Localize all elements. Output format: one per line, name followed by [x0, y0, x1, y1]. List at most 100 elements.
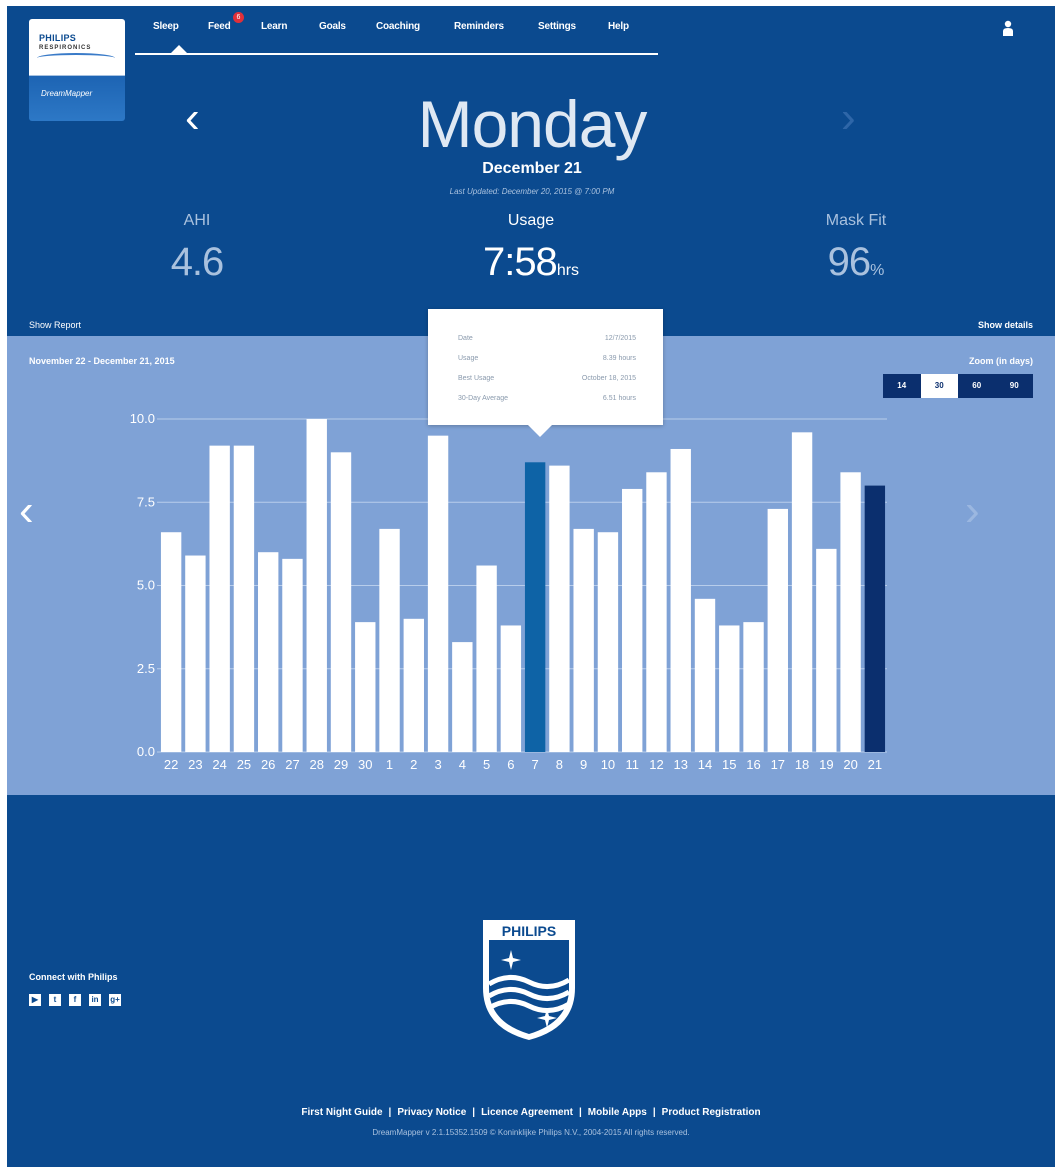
nav-goals[interactable]: Goals: [319, 21, 346, 32]
x-tick-label: 15: [722, 757, 736, 772]
x-tick-label: 30: [358, 757, 372, 772]
usage-bar-22[interactable]: [160, 532, 182, 752]
x-tick-label: 28: [309, 757, 323, 772]
x-tick-label: 19: [819, 757, 833, 772]
x-tick-label: 12: [649, 757, 663, 772]
usage-bar-4[interactable]: [452, 642, 473, 752]
usage-bar-27[interactable]: [282, 558, 303, 752]
usage-bar-16[interactable]: [743, 622, 764, 752]
nav-help[interactable]: Help: [608, 21, 629, 32]
mask-fit-unit: %: [870, 262, 885, 279]
twitter-icon[interactable]: t: [49, 994, 61, 1006]
x-tick-label: 29: [334, 757, 348, 772]
previous-day-arrow[interactable]: ‹: [185, 96, 200, 140]
usage-bar-13[interactable]: [670, 448, 691, 752]
nav-learn[interactable]: Learn: [261, 21, 287, 32]
privacy-notice-link[interactable]: Privacy Notice: [397, 1107, 466, 1118]
x-tick-label: 18: [795, 757, 809, 772]
usage-bar-19[interactable]: [816, 548, 837, 752]
usage-bar-23[interactable]: [185, 555, 206, 752]
usage-bar-1[interactable]: [379, 528, 400, 752]
next-day-arrow[interactable]: ›: [841, 96, 856, 140]
x-tick-label: 14: [698, 757, 712, 772]
usage-bar-20[interactable]: [840, 472, 861, 752]
x-tick-label: 2: [410, 757, 417, 772]
usage-bar-18[interactable]: [791, 432, 813, 752]
x-tick-label: 5: [483, 757, 490, 772]
date-title: December 21: [482, 160, 582, 177]
tooltip-value: 6.51 hours: [602, 395, 636, 402]
nav-coaching[interactable]: Coaching: [376, 21, 420, 32]
x-tick-label: 23: [188, 757, 202, 772]
usage-bar-2[interactable]: [403, 618, 424, 752]
tooltip-row-usage: Usage 8.39 hours: [458, 355, 636, 362]
last-updated-text: Last Updated: December 20, 2015 @ 7:00 P…: [449, 187, 615, 196]
show-details-link[interactable]: Show details: [978, 320, 1033, 330]
usage-bar-30[interactable]: [355, 622, 376, 752]
x-tick-label: 6: [507, 757, 514, 772]
footer-links: First Night Guide | Privacy Notice | Licence…: [7, 1107, 1055, 1118]
usage-bar-5[interactable]: [476, 565, 497, 752]
usage-bar-17[interactable]: [767, 508, 788, 752]
nav-reminders[interactable]: Reminders: [454, 21, 504, 32]
logo-sub: RESPIRONICS: [39, 45, 92, 51]
x-tick-label: 22: [164, 757, 178, 772]
tooltip-value: 8.39 hours: [602, 355, 636, 362]
tooltip-label: 30-Day Average: [458, 395, 509, 402]
usage-bar-7[interactable]: [524, 462, 546, 752]
usage-bar-8[interactable]: [549, 465, 570, 752]
usage-bar-11[interactable]: [622, 488, 643, 752]
usage-bar-26[interactable]: [258, 552, 279, 752]
tooltip-row-date: Date 12/7/2015: [458, 335, 636, 342]
x-tick-label: 11: [625, 757, 639, 772]
usage-bar-29[interactable]: [330, 452, 352, 752]
user-icon[interactable]: [1002, 20, 1014, 36]
x-tick-label: 17: [771, 757, 785, 772]
usage-bar-25[interactable]: [233, 445, 255, 752]
show-report-link[interactable]: Show Report: [29, 320, 81, 330]
x-tick-label: 3: [434, 757, 441, 772]
x-tick-label: 9: [580, 757, 587, 772]
main-nav: Sleep Feed 6 Learn Goals Coaching Remind…: [135, 6, 658, 55]
x-tick-label: 20: [843, 757, 857, 772]
nav-feed[interactable]: Feed: [208, 21, 231, 32]
first-night-guide-link[interactable]: First Night Guide: [301, 1107, 382, 1118]
usage-bar-24[interactable]: [209, 445, 230, 752]
footer-separator: |: [472, 1107, 476, 1118]
nav-settings[interactable]: Settings: [538, 21, 576, 32]
usage-bar-10[interactable]: [597, 532, 619, 752]
usage-bar-9[interactable]: [573, 528, 594, 752]
x-tick-label: 16: [746, 757, 760, 772]
usage-bar-15[interactable]: [719, 625, 740, 752]
nav-sleep[interactable]: Sleep: [153, 21, 179, 32]
footer-separator: |: [388, 1107, 392, 1118]
philips-respironics-logo[interactable]: PHILIPS RESPIRONICS DreamMapper: [29, 19, 125, 121]
usage-bar-6[interactable]: [500, 625, 522, 752]
philips-shield-logo: PHILIPS: [483, 920, 575, 1040]
usage-bar-14[interactable]: [694, 598, 716, 752]
x-tick-label: 8: [556, 757, 563, 772]
x-tick-label: 1: [386, 757, 393, 772]
tooltip-value: 12/7/2015: [604, 335, 636, 342]
mobile-apps-link[interactable]: Mobile Apps: [588, 1107, 647, 1118]
usage-bar-12[interactable]: [646, 472, 667, 752]
logo-brand: PHILIPS: [39, 33, 77, 43]
footer-separator: |: [578, 1107, 582, 1118]
logo-swoosh: [37, 53, 115, 63]
licence-agreement-link[interactable]: Licence Agreement: [481, 1107, 573, 1118]
facebook-icon[interactable]: f: [69, 994, 81, 1006]
x-tick-label: 7: [532, 757, 539, 772]
tooltip-label: Date: [458, 335, 473, 342]
youtube-icon[interactable]: ▶: [29, 994, 41, 1006]
linkedin-icon[interactable]: in: [89, 994, 101, 1006]
product-registration-link[interactable]: Product Registration: [662, 1107, 761, 1118]
x-tick-label: 13: [673, 757, 687, 772]
usage-bar-28[interactable]: [306, 419, 327, 752]
ahi-number: 4.6: [170, 240, 225, 284]
usage-bar-21[interactable]: [864, 485, 886, 752]
y-tick-label: 2.5: [137, 661, 155, 676]
usage-bar-3[interactable]: [427, 435, 449, 752]
mask-fit-value: 96%: [776, 240, 936, 285]
x-tick-label: 26: [261, 757, 275, 772]
google-plus-icon[interactable]: g+: [109, 994, 121, 1006]
